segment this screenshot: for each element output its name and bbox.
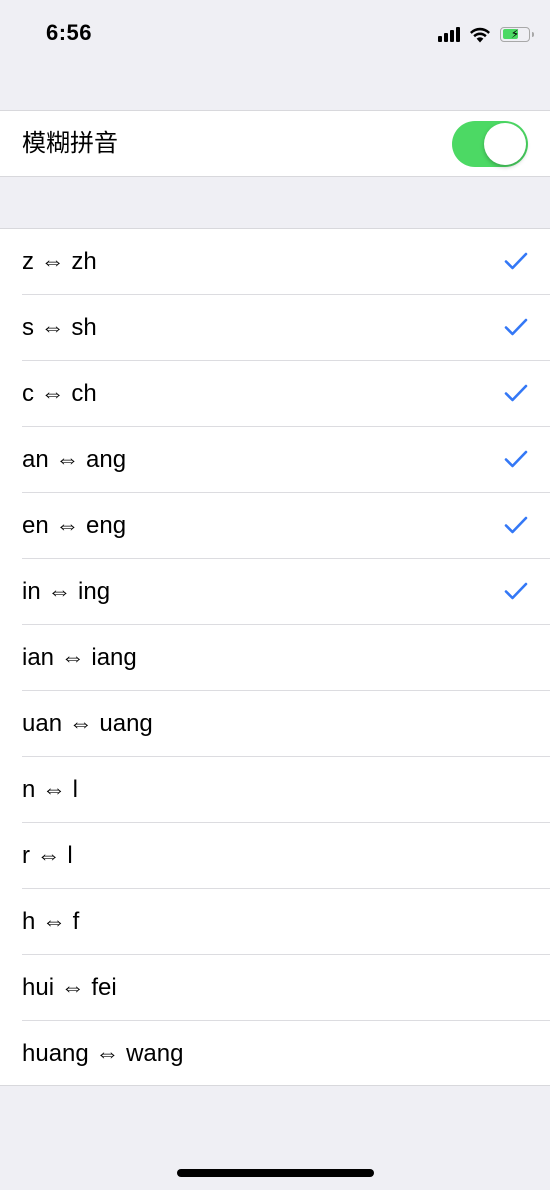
option-label: h ⇔ f	[22, 908, 80, 935]
pinyin-options-list: z ⇔ zh s ⇔ sh c ⇔ ch an ⇔ ang en ⇔ eng i…	[0, 228, 550, 1086]
status-icons: ⚡	[438, 23, 534, 45]
checkmark-icon	[504, 384, 528, 402]
status-bar: 6:56 ⚡	[0, 0, 550, 70]
option-label: n ⇔ l	[22, 776, 79, 803]
fuzzy-pinyin-section: 模糊拼音	[0, 110, 550, 177]
fuzzy-pinyin-label: 模糊拼音	[22, 130, 118, 157]
option-row[interactable]: s ⇔ sh	[0, 295, 550, 361]
cellular-signal-icon	[438, 26, 460, 42]
option-row[interactable]: h ⇔ f	[0, 889, 550, 955]
option-row[interactable]: uan ⇔ uang	[0, 691, 550, 757]
checkmark-icon	[504, 516, 528, 534]
option-label: c ⇔ ch	[22, 380, 97, 407]
option-label: huang ⇔ wang	[22, 1040, 184, 1067]
option-row[interactable]: en ⇔ eng	[0, 493, 550, 559]
option-label: uan ⇔ uang	[22, 710, 153, 737]
option-row[interactable]: an ⇔ ang	[0, 427, 550, 493]
checkmark-icon	[504, 252, 528, 270]
option-row[interactable]: ian ⇔ iang	[0, 625, 550, 691]
option-row[interactable]: c ⇔ ch	[0, 361, 550, 427]
option-row[interactable]: r ⇔ l	[0, 823, 550, 889]
option-label: ian ⇔ iang	[22, 644, 137, 671]
option-row[interactable]: n ⇔ l	[0, 757, 550, 823]
option-row[interactable]: z ⇔ zh	[0, 229, 550, 295]
option-label: r ⇔ l	[22, 842, 73, 869]
option-label: an ⇔ ang	[22, 446, 127, 473]
checkmark-icon	[504, 450, 528, 468]
status-time: 6:56	[46, 20, 93, 45]
option-label: z ⇔ zh	[22, 248, 97, 275]
option-row[interactable]: hui ⇔ fei	[0, 955, 550, 1021]
checkmark-icon	[504, 318, 528, 336]
checkmark-icon	[504, 582, 528, 600]
option-label: in ⇔ ing	[22, 578, 111, 605]
home-indicator[interactable]	[177, 1169, 374, 1177]
option-label: hui ⇔ fei	[22, 974, 117, 1001]
battery-charging-icon: ⚡	[500, 26, 534, 42]
wifi-icon	[470, 27, 490, 42]
option-row[interactable]: huang ⇔ wang	[0, 1021, 550, 1087]
option-label: en ⇔ eng	[22, 512, 127, 539]
option-label: s ⇔ sh	[22, 314, 97, 341]
option-row[interactable]: in ⇔ ing	[0, 559, 550, 625]
switch-knob	[484, 123, 526, 165]
fuzzy-pinyin-switch[interactable]	[452, 121, 528, 167]
